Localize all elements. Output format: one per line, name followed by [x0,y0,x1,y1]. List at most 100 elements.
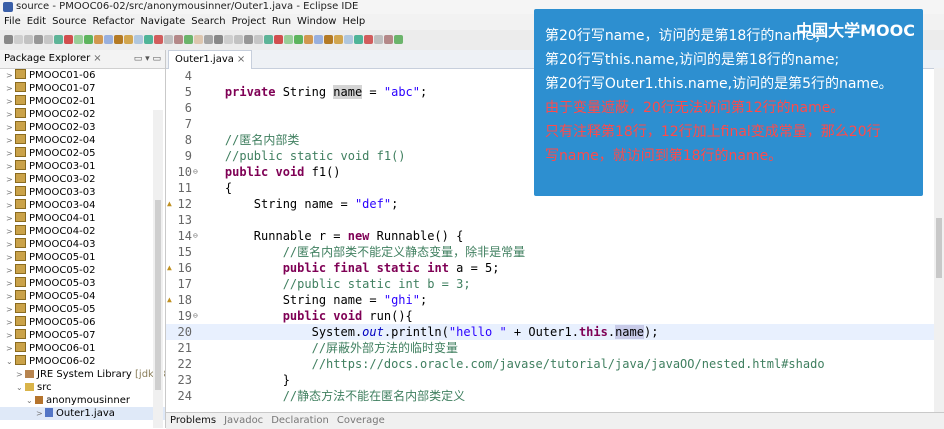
project-item[interactable]: > PMOOC03-01 [0,160,165,173]
file-item-outer1[interactable]: > Outer1.java [0,407,165,420]
chevron-right-icon[interactable]: > [36,407,45,420]
project-item[interactable]: > PMOOC04-03 [0,238,165,251]
project-item[interactable]: > PMOOC03-03 [0,186,165,199]
chevron-right-icon[interactable]: > [6,316,15,329]
warning-marker-icon[interactable]: ▲ [167,196,172,212]
chevron-right-icon[interactable]: > [6,186,15,199]
toolbar-icon[interactable] [264,35,273,44]
toolbar-icon[interactable] [384,35,393,44]
chevron-right-icon[interactable]: > [6,95,15,108]
toolbar-icon[interactable] [14,35,23,44]
project-item[interactable]: > PMOOC05-02 [0,264,165,277]
chevron-right-icon[interactable]: > [16,368,25,381]
close-icon[interactable]: × [237,54,245,65]
chevron-down-icon[interactable]: ⌄ [16,381,25,394]
editor-scroll-thumb[interactable] [936,218,942,278]
code-line[interactable]: 24 //静态方法不能在匿名内部类定义 [166,388,944,404]
project-item[interactable]: > PMOOC04-01 [0,212,165,225]
chevron-right-icon[interactable]: > [6,69,15,82]
project-item[interactable]: > PMOOC01-06 [0,69,165,82]
toolbar-icon[interactable] [94,35,103,44]
toolbar-icon[interactable] [284,35,293,44]
toolbar-icon[interactable] [334,35,343,44]
toolbar-icon[interactable] [24,35,33,44]
code-line[interactable]: 15 //匿名内部类不能定义静态变量，除非是常量 [166,244,944,260]
project-item[interactable]: > PMOOC02-03 [0,121,165,134]
toolbar-icon[interactable] [84,35,93,44]
toolbar-icon[interactable] [354,35,363,44]
toolbar-icon[interactable] [364,35,373,44]
project-item[interactable]: > PMOOC05-01 [0,251,165,264]
project-item[interactable]: > PMOOC04-02 [0,225,165,238]
project-item[interactable]: > PMOOC05-05 [0,303,165,316]
menu-project[interactable]: Project [232,16,266,27]
toolbar-icon[interactable] [374,35,383,44]
toolbar-icon[interactable] [244,35,253,44]
chevron-right-icon[interactable]: > [6,342,15,355]
toolbar-icon[interactable] [194,35,203,44]
menu-run[interactable]: Run [272,16,291,27]
toolbar-icon[interactable] [394,35,403,44]
toolbar-icon[interactable] [44,35,53,44]
toolbar-icon[interactable] [304,35,313,44]
project-item[interactable]: > PMOOC05-03 [0,277,165,290]
toolbar-icon[interactable] [204,35,213,44]
code-line[interactable]: 18 ▲ String name = "ghi"; [166,292,944,308]
tab-javadoc[interactable]: Javadoc [224,415,263,426]
chevron-right-icon[interactable]: > [6,225,15,238]
chevron-right-icon[interactable]: > [6,277,15,290]
jre-library-item[interactable]: >JRE System Library [jdk1.8.0 [0,368,165,381]
project-item[interactable]: > PMOOC01-07 [0,82,165,95]
menu-file[interactable]: File [4,16,21,27]
project-item[interactable]: > PMOOC02-01 [0,95,165,108]
chevron-right-icon[interactable]: > [6,264,15,277]
project-item[interactable]: > PMOOC05-07 [0,329,165,342]
toolbar-icon[interactable] [154,35,163,44]
toolbar-icon[interactable] [54,35,63,44]
chevron-right-icon[interactable]: > [6,303,15,316]
chevron-right-icon[interactable]: > [6,82,15,95]
chevron-right-icon[interactable]: > [6,199,15,212]
tab-coverage[interactable]: Coverage [337,415,385,426]
package-explorer-header[interactable]: Package Explorer × ▭ ▾ ▭ [0,50,165,69]
project-item[interactable]: > PMOOC05-06 [0,316,165,329]
toolbar-icon[interactable] [314,35,323,44]
code-line[interactable]: 17 //public static int b = 3; [166,276,944,292]
project-item[interactable]: > PMOOC02-04 [0,134,165,147]
chevron-right-icon[interactable]: > [6,251,15,264]
project-item[interactable]: > PMOOC03-02 [0,173,165,186]
toolbar-icon[interactable] [344,35,353,44]
project-item[interactable]: ⌄ PMOOC06-02 [0,355,165,368]
code-line[interactable]: 19 ⊖ public void run(){ [166,308,944,324]
code-line[interactable]: 16 ▲ public final static int a = 5; [166,260,944,276]
chevron-right-icon[interactable]: > [6,238,15,251]
tree-scroll-thumb[interactable] [155,200,161,390]
toolbar-icon[interactable] [124,35,133,44]
toolbar-icon[interactable] [104,35,113,44]
menu-navigate[interactable]: Navigate [140,16,185,27]
toolbar-icon[interactable] [134,35,143,44]
code-line[interactable]: 21 //屏蔽外部方法的临时变量 [166,340,944,356]
chevron-right-icon[interactable]: > [6,147,15,160]
menu-refactor[interactable]: Refactor [92,16,134,27]
chevron-right-icon[interactable]: > [6,329,15,342]
toolbar-icon[interactable] [144,35,153,44]
project-item[interactable]: > PMOOC05-04 [0,290,165,303]
project-item[interactable]: > PMOOC02-05 [0,147,165,160]
tree-scrollbar[interactable] [153,110,163,428]
chevron-right-icon[interactable]: > [6,108,15,121]
warning-marker-icon[interactable]: ▲ [167,292,172,308]
chevron-down-icon[interactable]: ⌄ [6,355,15,368]
code-line[interactable]: 12 ▲ String name = "def"; [166,196,944,212]
menu-help[interactable]: Help [342,16,365,27]
toolbar-icon[interactable] [294,35,303,44]
warning-marker-icon[interactable]: ▲ [167,260,172,276]
chevron-right-icon[interactable]: > [6,134,15,147]
toolbar-icon[interactable] [34,35,43,44]
code-line[interactable]: 20 System.out.println("hello " + Outer1.… [166,324,944,340]
toolbar-icon[interactable] [214,35,223,44]
code-line[interactable]: 14 ⊖ Runnable r = new Runnable() { [166,228,944,244]
package-item[interactable]: ⌄ anonymousinner [0,394,165,407]
menu-source[interactable]: Source [52,16,86,27]
editor-scrollbar[interactable] [934,68,944,412]
